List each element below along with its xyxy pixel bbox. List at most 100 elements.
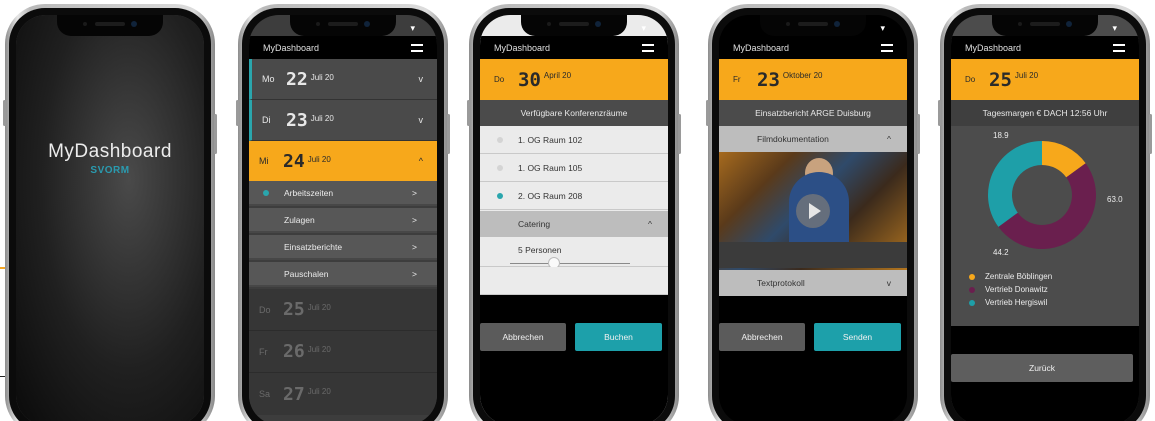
app-header: MyDashboard xyxy=(951,36,1139,59)
day-row-do[interactable]: Do 25 Juli 20 xyxy=(249,289,437,331)
legend-item: Vertrieb Hergiswil xyxy=(969,296,1052,309)
report-header: Einsatzbericht ARGE Duisburg xyxy=(719,100,907,126)
chart-legend: Zentrale Böblingen Vertrieb Donawitz Ver… xyxy=(969,270,1052,309)
hamburger-menu-icon[interactable] xyxy=(1113,43,1125,52)
menu-item-arbeitszeiten[interactable]: Arbeitszeiten > xyxy=(249,181,437,206)
power-button xyxy=(1149,114,1152,154)
day-number: 26 xyxy=(283,341,305,362)
value-label-0: 18.9 xyxy=(993,131,1009,140)
app-header: MyDashboard xyxy=(480,36,668,59)
day-row-mo[interactable]: Mo 22 Juli 20 v xyxy=(249,59,437,100)
value-label-2: 44.2 xyxy=(993,248,1009,257)
date-weekday: Do xyxy=(494,75,505,84)
legend-label: Vertrieb Donawitz xyxy=(985,285,1048,294)
room-option-105[interactable]: 1. OG Raum 105 xyxy=(480,154,668,182)
phone-report: ▾ MyDashboard Fr 23 Oktober 20 Einsatzbe… xyxy=(706,4,920,421)
play-icon[interactable] xyxy=(796,194,830,228)
donut-slice-2 xyxy=(988,141,1042,227)
video-thumbnail[interactable] xyxy=(719,152,907,270)
chevron-up-icon: ^ xyxy=(418,156,423,166)
day-number: 22 xyxy=(286,68,308,90)
back-button[interactable]: Zurück xyxy=(951,354,1133,382)
app-title: MyDashboard xyxy=(494,42,551,53)
day-month: Juli 20 xyxy=(307,303,331,312)
date-weekday: Do xyxy=(965,75,976,84)
phone-rooms: ▾ MyDashboard Do 30 April 20 Verfügbare … xyxy=(467,4,681,421)
chevron-right-icon: > xyxy=(412,187,417,198)
day-number: 25 xyxy=(283,299,305,320)
chevron-right-icon: > xyxy=(412,214,417,225)
day-month: Juli 20 xyxy=(307,387,331,396)
radio-icon xyxy=(497,137,503,143)
send-button[interactable]: Senden xyxy=(814,323,901,351)
date-month: April 20 xyxy=(543,71,572,80)
legend-item: Vertrieb Donawitz xyxy=(969,283,1052,296)
wifi-icon: ▾ xyxy=(1112,23,1117,33)
chevron-down-icon: v xyxy=(418,74,424,84)
room-option-208[interactable]: 2. OG Raum 208 xyxy=(480,182,668,210)
wifi-icon: ▾ xyxy=(641,23,646,33)
day-row-mi[interactable]: Mi 24 Juli 20 ^ xyxy=(249,141,437,181)
app-title: MyDashboard xyxy=(263,42,320,53)
value-label-1: 63.0 xyxy=(1107,195,1123,204)
room-option-102[interactable]: 1. OG Raum 102 xyxy=(480,126,668,154)
day-row-sa[interactable]: Sa 27 Juli 20 xyxy=(249,373,437,415)
volume-button xyxy=(706,100,709,126)
day-row-fr[interactable]: Fr 26 Juli 20 xyxy=(249,331,437,373)
pipe-shape xyxy=(719,242,907,268)
notch xyxy=(290,15,396,36)
menu-item-label: Pauschalen xyxy=(284,268,329,279)
persons-slider-track[interactable] xyxy=(510,263,630,264)
day-month: Juli 20 xyxy=(307,155,331,164)
hamburger-menu-icon[interactable] xyxy=(642,43,654,52)
menu-item-zulagen[interactable]: Zulagen > xyxy=(249,208,437,233)
notch xyxy=(521,15,627,36)
hamburger-menu-icon[interactable] xyxy=(411,43,423,52)
catering-section[interactable]: Catering ^ xyxy=(480,211,668,237)
app-title: MyDashboard xyxy=(965,42,1022,53)
app-title: MyDashboard xyxy=(733,42,790,53)
book-button[interactable]: Buchen xyxy=(575,323,662,351)
date-banner: Do 25 Juli 20 xyxy=(951,59,1139,100)
menu-item-pauschalen[interactable]: Pauschalen > xyxy=(249,262,437,287)
phone-days: ▾ MyDashboard Mo 22 Juli 20 v Di 23 Juli… xyxy=(236,4,450,421)
cancel-button[interactable]: Abbrechen xyxy=(719,323,805,351)
section-label: Textprotokoll xyxy=(757,278,805,288)
room-label: 1. OG Raum 105 xyxy=(518,162,583,173)
date-weekday: Fr xyxy=(733,75,741,84)
chevron-up-icon: ^ xyxy=(648,219,652,229)
persons-label: 5 Personen xyxy=(518,245,562,255)
phone-splash: MyDashboard SVORM xyxy=(3,4,217,421)
chevron-right-icon: > xyxy=(412,268,417,279)
date-day: 23 xyxy=(757,68,780,91)
legend-label: Vertrieb Hergiswil xyxy=(985,298,1048,307)
film-section[interactable]: Filmdokumentation ^ xyxy=(719,126,907,152)
volume-button xyxy=(236,100,239,126)
menu-item-einsatzberichte[interactable]: Einsatzberichte > xyxy=(249,235,437,260)
rooms-header: Verfügbare Konferenzräume xyxy=(480,100,668,126)
cancel-button[interactable]: Abbrechen xyxy=(480,323,566,351)
day-number: 24 xyxy=(283,150,305,172)
showcase: MyDashboard SVORM ▾ MyDashboard Mo 22 Ju… xyxy=(0,0,1155,421)
volume-button xyxy=(938,100,941,126)
legend-label: Zentrale Böblingen xyxy=(985,272,1053,281)
legend-swatch xyxy=(969,299,975,306)
day-weekday: Do xyxy=(259,304,271,315)
donut-chart xyxy=(988,141,1096,249)
date-month: Juli 20 xyxy=(1014,71,1039,80)
legend-item: Zentrale Böblingen xyxy=(969,270,1052,283)
day-row-di[interactable]: Di 23 Juli 20 v xyxy=(249,100,437,141)
volume-button xyxy=(467,100,470,126)
day-weekday: Mi xyxy=(259,156,269,166)
splash-screen: MyDashboard SVORM xyxy=(16,15,204,421)
legend-swatch xyxy=(969,273,975,280)
wifi-icon: ▾ xyxy=(880,23,885,33)
power-button xyxy=(678,114,681,154)
phone-margins: ▾ MyDashboard Do 25 Juli 20 Tagesmargen … xyxy=(938,4,1152,421)
date-day: 30 xyxy=(518,68,541,91)
day-weekday: Sa xyxy=(259,389,271,399)
day-weekday: Mo xyxy=(262,74,275,84)
day-number: 27 xyxy=(283,383,305,405)
hamburger-menu-icon[interactable] xyxy=(881,43,893,52)
text-section[interactable]: Textprotokoll v xyxy=(719,270,907,296)
